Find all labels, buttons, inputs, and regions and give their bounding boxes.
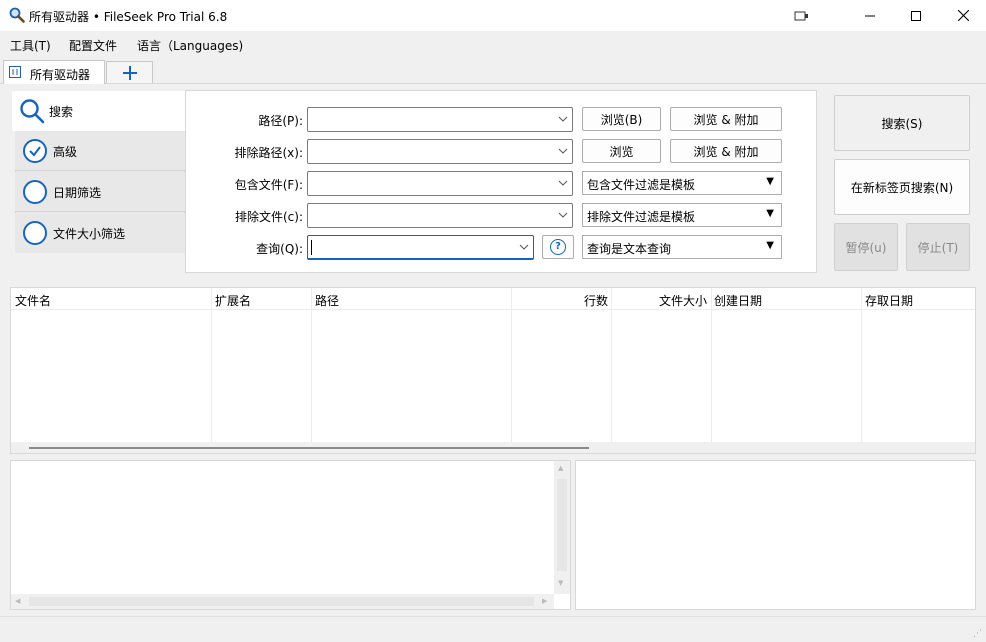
results-table[interactable]: 文件名 扩展名 路径 行数 文件大小 创建日期 存取日期	[10, 287, 976, 454]
query-input[interactable]	[307, 235, 534, 260]
vertical-scrollbar[interactable]: ▲ ▼	[554, 461, 570, 594]
pin-icon[interactable]	[794, 10, 810, 22]
menu-tools[interactable]: 工具(T)	[10, 37, 51, 54]
column-divider	[861, 288, 862, 442]
include-filter-mode-select[interactable]: 包含文件过滤是模板 ▼	[582, 171, 782, 195]
horizontal-scrollbar[interactable]	[11, 442, 975, 453]
include-files-label: 包含文件(F):	[234, 178, 303, 192]
col-created-date[interactable]: 创建日期	[714, 288, 762, 310]
column-divider	[511, 288, 512, 442]
pause-button[interactable]: 暂停(u)	[834, 223, 898, 271]
query-mode-select[interactable]: 查询是文本查询 ▼	[582, 235, 782, 259]
question-icon: ?	[550, 239, 566, 255]
col-accessed-date[interactable]: 存取日期	[865, 288, 913, 310]
nav-search-label: 搜索	[49, 105, 74, 119]
chevron-down-icon	[519, 244, 529, 250]
empty-circle-icon	[23, 180, 47, 204]
col-extension[interactable]: 扩展名	[215, 288, 251, 310]
preview-pane-right[interactable]	[575, 460, 976, 610]
nav-item-label: 高级	[53, 145, 78, 159]
column-divider	[611, 288, 612, 442]
title-bar: 所有驱动器 • FileSeek Pro Trial 6.8	[0, 0, 986, 31]
minimize-button[interactable]	[847, 0, 893, 31]
chevron-down-icon	[558, 116, 568, 122]
scrollbar-thumb[interactable]	[29, 597, 534, 606]
minimize-icon	[865, 15, 875, 16]
text-cursor	[311, 240, 312, 255]
nav-search[interactable]: 搜索	[12, 91, 186, 131]
scrollbar-thumb[interactable]	[557, 479, 567, 571]
path-input[interactable]	[307, 107, 573, 132]
magnifier-app-icon	[9, 7, 25, 23]
path-label: 路径(P):	[258, 114, 303, 128]
scroll-down-icon[interactable]: ▼	[558, 579, 563, 587]
nav-item-label: 文件大小筛选	[53, 227, 126, 241]
col-path[interactable]: 路径	[315, 288, 339, 310]
browse-b-button[interactable]: 浏览(B)	[582, 107, 661, 131]
dropdown-arrow-icon: ▼	[766, 240, 774, 251]
scrollbar-thumb[interactable]	[29, 447, 589, 449]
chevron-down-icon	[558, 180, 568, 186]
nav-item-date-filter[interactable]: 日期筛选	[15, 172, 185, 212]
browse-add-button[interactable]: 浏览 & 附加	[670, 107, 782, 131]
browse-button[interactable]: 浏览	[582, 139, 661, 163]
preview-pane-left[interactable]: ▲ ▼ ◀ ▶	[10, 460, 571, 610]
include-files-input[interactable]	[307, 171, 573, 196]
exclude-path-label: 排除路径(x):	[234, 146, 303, 160]
dropdown-arrow-icon: ▼	[766, 208, 774, 219]
tab-all-drives[interactable]: 所有驱动器	[3, 60, 105, 84]
search-new-tab-button[interactable]: 在新标签页搜索(N)	[834, 159, 970, 215]
nav-item-advanced[interactable]: 高级	[15, 131, 185, 171]
help-button[interactable]: ?	[542, 235, 574, 259]
tab-label: 所有驱动器	[30, 68, 91, 82]
tab-strip: 所有驱动器	[0, 58, 986, 84]
nav-item-size-filter[interactable]: 文件大小筛选	[15, 213, 185, 253]
empty-circle-icon	[23, 221, 47, 245]
stop-button[interactable]: 停止(T)	[906, 223, 970, 271]
menu-languages[interactable]: 语言（Languages)	[137, 37, 243, 54]
window-title: 所有驱动器 • FileSeek Pro Trial 6.8	[29, 10, 228, 24]
nav-item-label: 日期筛选	[53, 186, 102, 200]
exclude-path-input[interactable]	[307, 139, 573, 164]
chevron-down-icon	[558, 148, 568, 154]
exclude-files-input[interactable]	[307, 203, 573, 228]
scroll-up-icon[interactable]: ▲	[558, 464, 563, 472]
col-line-count[interactable]: 行数	[584, 288, 608, 310]
search-button[interactable]: 搜索(S)	[834, 95, 970, 151]
drives-tab-icon	[9, 66, 21, 78]
horizontal-scrollbar[interactable]: ◀ ▶	[11, 594, 554, 609]
column-divider	[311, 288, 312, 442]
status-bar: ⋰	[0, 616, 986, 642]
exclude-filter-mode-select[interactable]: 排除文件过滤是模板 ▼	[582, 203, 782, 227]
column-divider	[211, 288, 212, 442]
chevron-down-icon	[558, 212, 568, 218]
menu-bar: 工具(T) 配置文件 语言（Languages)	[0, 31, 986, 58]
close-icon	[957, 10, 969, 21]
scroll-right-icon[interactable]: ▶	[542, 597, 547, 605]
resize-grip-icon[interactable]: ⋰	[973, 629, 982, 639]
exclude-files-label: 排除文件(c):	[234, 210, 303, 224]
search-icon	[20, 99, 45, 124]
scroll-left-icon[interactable]: ◀	[15, 597, 20, 605]
query-label: 查询(Q):	[256, 242, 303, 256]
dropdown-arrow-icon: ▼	[766, 176, 774, 187]
maximize-icon	[911, 10, 921, 21]
col-file-size[interactable]: 文件大小	[659, 288, 707, 310]
close-button[interactable]	[940, 0, 986, 31]
column-divider	[711, 288, 712, 442]
menu-profiles[interactable]: 配置文件	[69, 37, 117, 54]
col-filename[interactable]: 文件名	[15, 288, 51, 310]
table-header	[11, 288, 975, 310]
maximize-button[interactable]	[893, 0, 939, 31]
browse-add-exclude-button[interactable]: 浏览 & 附加	[670, 139, 782, 163]
check-circle-icon	[23, 139, 47, 163]
add-tab-button[interactable]	[106, 61, 153, 83]
plus-icon	[122, 65, 137, 80]
